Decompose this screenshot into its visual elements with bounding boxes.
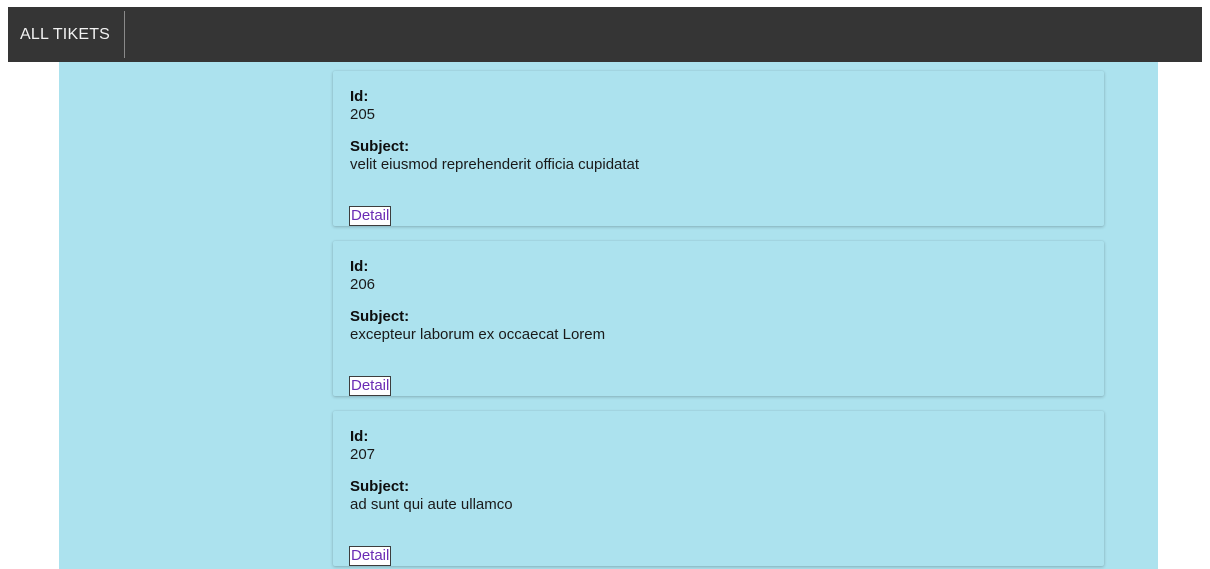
id-label: Id:: [350, 258, 369, 275]
top-navbar: ALL TIKETS: [8, 7, 1202, 62]
subject-label: Subject:: [350, 478, 410, 495]
nav-divider: [124, 11, 126, 58]
ticket-subject: ad sunt qui aute ullamco: [350, 496, 513, 513]
ticket-id: 205: [350, 106, 376, 123]
subject-label: Subject:: [350, 308, 410, 325]
detail-button[interactable]: Detail: [349, 546, 392, 566]
ticket-card: Id: 207 Subject: ad sunt qui aute ullamc…: [333, 411, 1104, 566]
ticket-subject: velit eiusmod reprehenderit officia cupi…: [350, 156, 640, 173]
ticket-card: Id: 205 Subject: velit eiusmod reprehend…: [333, 71, 1104, 226]
ticket-list: Id: 205 Subject: velit eiusmod reprehend…: [333, 71, 1104, 569]
id-label: Id:: [350, 88, 369, 105]
subject-label: Subject:: [350, 138, 410, 155]
id-label: Id:: [350, 428, 369, 445]
ticket-id: 207: [350, 446, 376, 463]
detail-button[interactable]: Detail: [349, 206, 392, 226]
main-content: Id: 205 Subject: velit eiusmod reprehend…: [59, 62, 1158, 569]
ticket-subject: excepteur laborum ex occaecat Lorem: [350, 326, 606, 343]
ticket-id: 206: [350, 276, 376, 293]
detail-button[interactable]: Detail: [349, 376, 392, 396]
nav-all-tickets-link[interactable]: ALL TIKETS: [8, 7, 124, 62]
ticket-card: Id: 206 Subject: excepteur laborum ex oc…: [333, 241, 1104, 396]
